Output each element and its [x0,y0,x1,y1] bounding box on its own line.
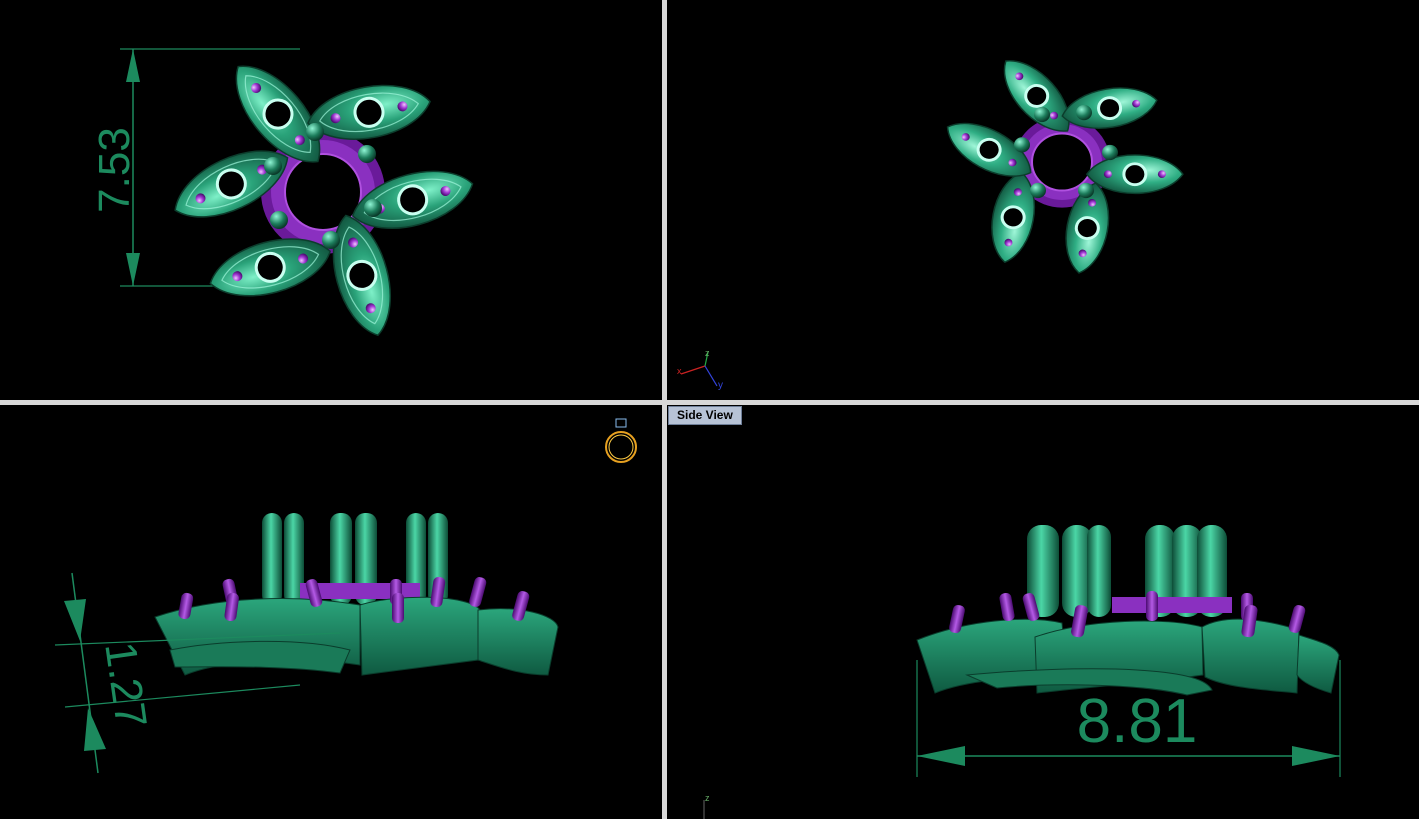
viewport-top[interactable]: 7.53 [0,0,662,400]
side-view-model [703,525,1341,819]
dimension-value-top: 7.53 [90,127,139,213]
viewport-perspective[interactable]: x z y [667,0,1419,400]
axis-label-x: x [677,366,682,376]
front-view-model [54,418,637,774]
viewport-front[interactable]: 1.27 [0,405,662,819]
axis-triad-icon [680,351,718,387]
dimension-value-side: 8.81 [1076,687,1198,756]
viewport-side[interactable]: Side View 8.81 z [667,405,1419,819]
axis-label-z-side: z [705,793,710,803]
axis-label-y: y [718,380,723,391]
ring-view-icon [605,418,637,463]
axis-label-z: z [705,348,710,358]
perspective-view-model [680,47,1185,387]
